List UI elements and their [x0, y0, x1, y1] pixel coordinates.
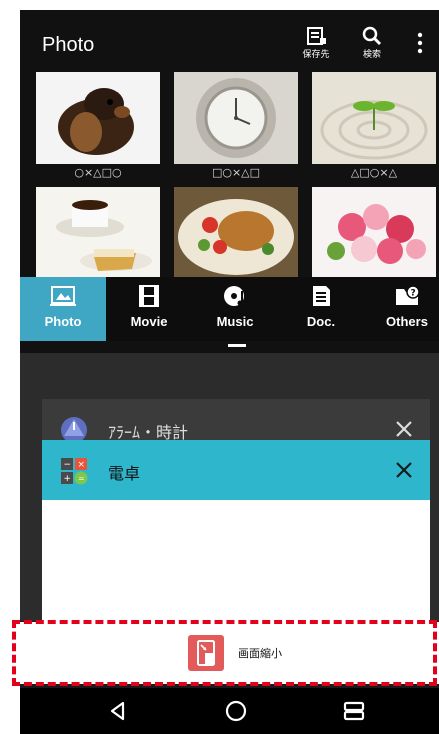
- split-handle[interactable]: [228, 344, 246, 347]
- photo-icon: [50, 286, 76, 306]
- search-button[interactable]: 検索: [350, 24, 394, 68]
- app-title: Photo: [42, 34, 95, 56]
- svg-text:?: ?: [411, 289, 416, 299]
- photo-app-window: Photo 保存先 検索 ○×△□○ □○×△□ △□○×△ Photo Mov…: [20, 10, 439, 353]
- tab-music[interactable]: Music: [192, 277, 278, 341]
- calculator-app-icon: − × + =: [61, 458, 88, 485]
- tab-others[interactable]: ? Others: [364, 277, 439, 341]
- back-icon[interactable]: [103, 696, 133, 726]
- tab-label: Photo: [44, 314, 82, 329]
- photo-caption: ○×△□○: [74, 166, 122, 179]
- app-header: Photo 保存先 検索: [20, 10, 439, 72]
- tab-label: Music: [216, 314, 254, 329]
- photo-grid: ○×△□○ □○×△□ △□○×△: [36, 72, 436, 282]
- home-icon[interactable]: [221, 696, 251, 726]
- recent-apps-area: ｱﾗｰﾑ・時計 − × + = 電卓: [20, 353, 439, 630]
- search-label: 検索: [362, 50, 381, 60]
- tab-photo[interactable]: Photo: [20, 277, 106, 341]
- folder-question-icon: ?: [396, 285, 420, 305]
- photo-thumbnail-sprout: [312, 72, 436, 164]
- save-location-button[interactable]: 保存先: [294, 24, 338, 68]
- more-vert-icon: [417, 32, 423, 54]
- system-nav-bar: [20, 688, 439, 734]
- overflow-menu-button[interactable]: [408, 24, 432, 68]
- recent-apps-icon[interactable]: [339, 696, 369, 726]
- save-location-icon: [307, 27, 326, 45]
- svg-text:−: −: [64, 460, 72, 470]
- photo-thumbnail-food: [174, 187, 298, 279]
- tab-label: Movie: [130, 314, 168, 329]
- tab-label: Doc.: [306, 314, 336, 329]
- tab-doc[interactable]: Doc.: [278, 277, 364, 341]
- save-location-label: 保存先: [302, 50, 330, 60]
- film-icon: [139, 285, 159, 307]
- tab-label: Others: [386, 314, 428, 329]
- photo-thumbnail-dog: [36, 72, 160, 164]
- media-tab-bar: Photo Movie Music Doc. ? Others: [20, 277, 439, 341]
- photo-tile[interactable]: ○×△□○: [36, 72, 160, 182]
- music-disc-icon: [224, 286, 244, 306]
- photo-thumbnail-coffee: [36, 187, 160, 279]
- photo-thumbnail-flowers: [312, 187, 436, 279]
- recent-app-card-calculator[interactable]: − × + = 電卓: [42, 440, 430, 630]
- photo-tile[interactable]: △□○×△: [312, 72, 436, 182]
- svg-text:×: ×: [78, 460, 86, 470]
- svg-text:+: +: [64, 474, 72, 484]
- close-icon[interactable]: [388, 454, 420, 486]
- search-icon: [362, 26, 382, 46]
- photo-thumbnail-clock: [174, 72, 298, 164]
- card-title: 電卓: [108, 464, 141, 483]
- document-icon: [313, 286, 330, 306]
- photo-tile[interactable]: □○×△□: [174, 72, 298, 182]
- svg-text:=: =: [78, 474, 85, 483]
- photo-caption: □○×△□: [211, 166, 261, 179]
- tab-movie[interactable]: Movie: [106, 277, 192, 341]
- photo-caption: △□○×△: [350, 166, 398, 179]
- card-header: − × + = 電卓: [42, 440, 430, 500]
- highlight-frame: [12, 620, 437, 686]
